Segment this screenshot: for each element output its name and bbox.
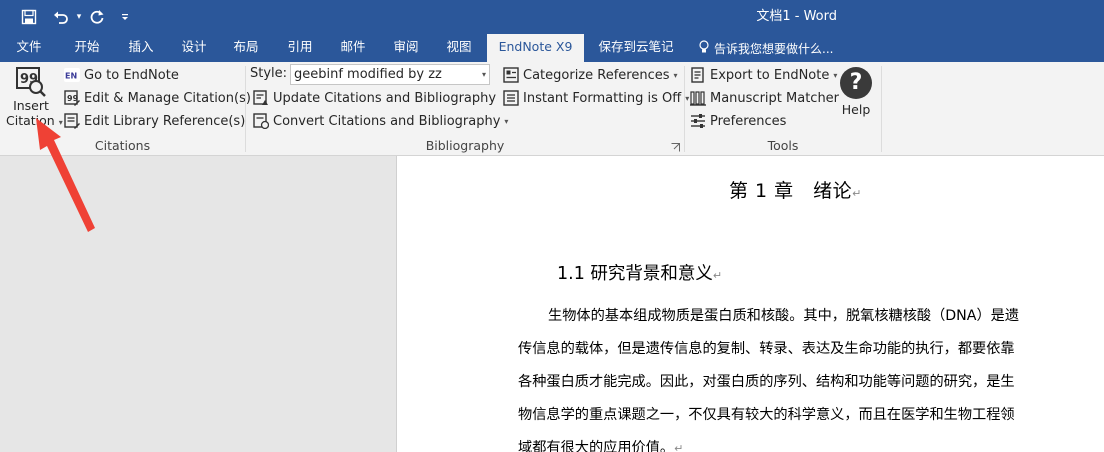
svg-text:99: 99	[67, 94, 79, 103]
chapter-title: 第 1 章 绪论	[729, 180, 853, 202]
insert-label-line2: Citation	[6, 113, 55, 128]
preferences-label: Preferences	[710, 113, 787, 129]
tab-insert[interactable]: 插入	[117, 34, 165, 62]
paragraph-mark: ↵	[852, 187, 862, 200]
export-icon	[690, 67, 706, 83]
section-title: 1.1 研究背景和意义	[557, 264, 713, 284]
update-citations-icon	[253, 90, 269, 106]
endnote-ribbon: 99 Insert Citation ▾ EN Go to EndNote 99 …	[0, 62, 1104, 156]
edit-manage-citations-button[interactable]: 99 Edit & Manage Citation(s)	[64, 87, 251, 109]
section-heading: 1.1 研究背景和意义↵	[557, 260, 722, 285]
paragraph-line-last: 域都有很大的应用价值。↵	[518, 432, 1073, 452]
chevron-down-icon: ▾	[673, 70, 678, 80]
paragraph-line: 各种蛋白质才能完成。因此，对蛋白质的序列、结构和功能等问题的研究，是生	[518, 374, 1015, 390]
tab-endnote-x9[interactable]: EndNote X9	[487, 34, 584, 62]
manuscript-matcher-button[interactable]: Manuscript Matcher	[690, 87, 839, 109]
paragraph-mark: ↵	[674, 442, 684, 452]
style-label: Style:	[250, 66, 288, 81]
chapter-heading: 第 1 章 绪论↵	[729, 176, 862, 203]
paragraph-line-text: 域都有很大的应用价值。	[518, 440, 675, 452]
svg-text:EN: EN	[65, 72, 77, 81]
citations-group: 99 Insert Citation ▾ EN Go to EndNote 99 …	[0, 62, 251, 156]
instant-formatting-button[interactable]: Instant Formatting is Off ▾	[503, 87, 689, 109]
document-page[interactable]: 第 1 章 绪论↵ 1.1 研究背景和意义↵ 生物体的基本组成物质是蛋白质和核酸…	[396, 156, 1104, 452]
chevron-down-icon: ▾	[58, 118, 63, 127]
preferences-button[interactable]: Preferences	[690, 110, 786, 132]
update-label: Update Citations and Bibliography	[273, 90, 497, 106]
manuscript-matcher-label: Manuscript Matcher	[710, 90, 840, 106]
document-title: 文档1 - Word	[756, 9, 837, 24]
document-margin-area	[0, 156, 396, 452]
style-select[interactable]: geebinf modified by zz ▾	[290, 64, 490, 85]
instant-formatting-label: Instant Formatting is Off	[523, 90, 682, 106]
go-to-endnote-label: Go to EndNote	[84, 67, 179, 83]
chevron-down-icon: ▾	[504, 116, 509, 126]
manuscript-matcher-icon	[690, 90, 706, 106]
instant-formatting-icon	[503, 90, 519, 106]
tab-references[interactable]: 引用	[276, 34, 324, 62]
update-citations-bibliography-button[interactable]: Update Citations and Bibliography	[253, 87, 496, 109]
edit-manage-label: Edit & Manage Citation(s)	[84, 90, 251, 106]
categorize-label: Categorize References	[523, 67, 670, 83]
help-question-icon: ?	[840, 67, 872, 99]
insert-citation-button[interactable]: 99 Insert Citation ▾	[4, 66, 63, 136]
endnote-logo-icon: EN	[64, 67, 80, 83]
tab-layout[interactable]: 布局	[222, 34, 270, 62]
help-label: Help	[841, 102, 871, 117]
group-divider	[881, 66, 882, 152]
export-label: Export to EndNote	[710, 67, 830, 83]
convert-citations-icon	[253, 113, 269, 129]
preferences-icon	[690, 113, 706, 129]
convert-citations-bibliography-button[interactable]: Convert Citations and Bibliography ▾	[253, 110, 508, 132]
tab-design[interactable]: 设计	[170, 34, 218, 62]
export-to-endnote-button[interactable]: Export to EndNote ▾	[690, 64, 837, 86]
paragraph-line: 物信息学的重点课题之一，不仅具有较大的科学意义，而且在医学和生物工程领	[518, 407, 1015, 423]
citations-group-label: Citations	[94, 138, 151, 153]
insert-citation-icon: 99	[15, 66, 47, 98]
tools-group-label: Tools	[767, 138, 799, 153]
lightbulb-icon	[698, 39, 710, 57]
dialog-launcher-icon[interactable]	[671, 143, 680, 152]
insert-label-line1: Insert	[13, 98, 49, 113]
edit-library-references-button[interactable]: Edit Library Reference(s)	[64, 110, 245, 132]
chevron-down-icon: ▾	[481, 70, 486, 79]
tab-view[interactable]: 视图	[435, 34, 483, 62]
ribbon-tab-bar: 文件 开始 插入 设计 布局 引用 邮件 审阅 视图 EndNote X9 保存…	[0, 34, 1104, 62]
tab-save-to-cloud-notes[interactable]: 保存到云笔记	[590, 34, 682, 62]
paragraph-line: 生物体的基本组成物质是蛋白质和核酸。其中，脱氧核糖核酸（DNA）是遗	[548, 308, 1020, 324]
tell-me-box[interactable]: 告诉我您想要做什么...	[698, 34, 833, 62]
bibliography-group-label: Bibliography	[425, 138, 505, 153]
body-paragraph: 生物体的基本组成物质是蛋白质和核酸。其中，脱氧核糖核酸（DNA）是遗 传信息的载…	[518, 300, 1073, 452]
go-to-endnote-button[interactable]: EN Go to EndNote	[64, 64, 179, 86]
edit-library-icon	[64, 113, 80, 129]
title-bar: ▾ 文档1 - Word	[0, 0, 1104, 34]
convert-label: Convert Citations and Bibliography	[273, 113, 501, 129]
edit-library-label: Edit Library Reference(s)	[84, 113, 246, 129]
edit-citation-icon: 99	[64, 90, 80, 106]
style-select-value: geebinf modified by zz	[294, 67, 442, 82]
paragraph-mark: ↵	[712, 269, 723, 282]
tab-file[interactable]: 文件	[6, 34, 52, 62]
tab-home[interactable]: 开始	[63, 34, 111, 62]
categorize-references-button[interactable]: Categorize References ▾	[503, 64, 678, 86]
paragraph-line: 传信息的载体，但是遗传信息的复制、转录、表达及生命功能的执行，都要依靠	[518, 341, 1015, 357]
tab-review[interactable]: 审阅	[382, 34, 430, 62]
tell-me-text: 告诉我您想要做什么...	[714, 41, 834, 56]
help-button[interactable]: ? Help	[836, 67, 876, 117]
categorize-icon	[503, 67, 519, 83]
tab-mailings[interactable]: 邮件	[329, 34, 377, 62]
